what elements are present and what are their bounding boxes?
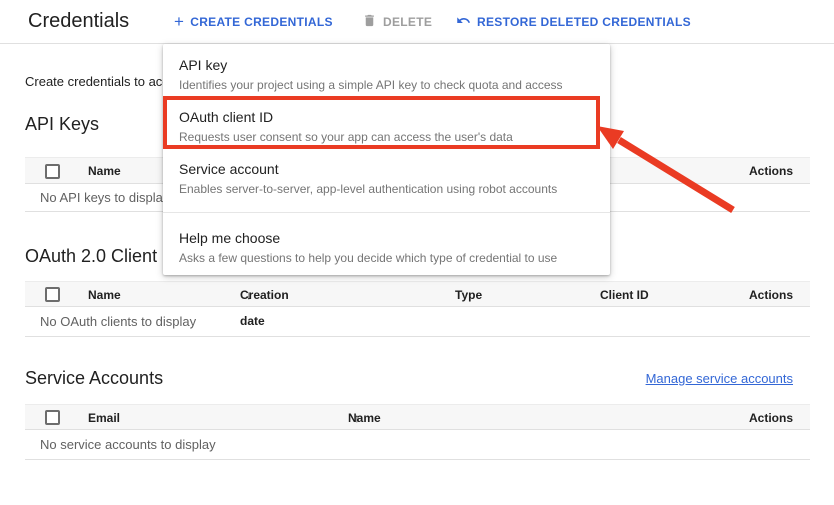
api-keys-heading: API Keys [25, 114, 99, 135]
plus-icon: + [174, 14, 184, 30]
sort-desc-icon: ↓ [246, 282, 252, 308]
trash-icon [362, 13, 377, 31]
api-keys-empty-text: No API keys to display [40, 184, 169, 212]
select-all-checkbox[interactable] [45, 410, 60, 425]
page-header: Credentials + CREATE CREDENTIALS DELETE … [0, 0, 834, 44]
column-actions: Actions [749, 158, 793, 185]
menu-item-title: OAuth client ID [179, 108, 596, 127]
oauth-empty-text: No OAuth clients to display [40, 307, 196, 337]
column-type: Type [455, 282, 482, 308]
create-credentials-label: CREATE CREDENTIALS [190, 15, 333, 29]
restore-label: RESTORE DELETED CREDENTIALS [477, 15, 691, 29]
select-all-checkbox[interactable] [45, 164, 60, 179]
manage-service-accounts-link[interactable]: Manage service accounts [646, 371, 793, 386]
column-client-id: Client ID [600, 282, 649, 308]
menu-item-title: Service account [179, 160, 596, 179]
sort-asc-icon: ↑ [354, 405, 360, 431]
oauth-empty-row: No OAuth clients to display [25, 307, 810, 337]
menu-item-help-me-choose[interactable]: Help me choose Asks a few questions to h… [179, 229, 596, 266]
delete-button[interactable]: DELETE [362, 12, 432, 32]
menu-item-desc: Asks a few questions to help you decide … [179, 250, 596, 266]
credentials-page: Credentials + CREATE CREDENTIALS DELETE … [0, 0, 834, 505]
menu-divider [163, 212, 610, 213]
create-credentials-menu: API key Identifies your project using a … [163, 44, 610, 275]
service-accounts-empty-text: No service accounts to display [40, 430, 216, 460]
page-title: Credentials [28, 10, 129, 33]
menu-item-desc: Requests user consent so your app can ac… [179, 129, 596, 145]
column-name: Name [88, 282, 121, 308]
column-email: Email [88, 405, 120, 431]
menu-item-desc: Enables server-to-server, app-level auth… [179, 181, 596, 197]
menu-item-api-key[interactable]: API key Identifies your project using a … [179, 56, 596, 93]
select-all-checkbox[interactable] [45, 287, 60, 302]
service-accounts-empty-row: No service accounts to display [25, 430, 810, 460]
service-accounts-heading: Service Accounts [25, 368, 163, 389]
delete-label: DELETE [383, 15, 432, 29]
menu-item-title: Help me choose [179, 229, 596, 248]
column-actions: Actions [749, 282, 793, 308]
menu-item-oauth-client-id[interactable]: OAuth client ID Requests user consent so… [179, 108, 596, 145]
menu-item-title: API key [179, 56, 596, 75]
menu-item-desc: Identifies your project using a simple A… [179, 77, 596, 93]
column-name: Name [88, 158, 121, 185]
restore-deleted-credentials-button[interactable]: RESTORE DELETED CREDENTIALS [456, 12, 691, 32]
create-credentials-button[interactable]: + CREATE CREDENTIALS [174, 12, 333, 32]
undo-icon [456, 13, 471, 31]
column-actions: Actions [749, 405, 793, 431]
menu-item-service-account[interactable]: Service account Enables server-to-server… [179, 160, 596, 197]
oauth-table-header: Name Creation date↓ Type Client ID Actio… [25, 281, 810, 307]
service-accounts-table-header: Email Name↑ Actions [25, 404, 810, 430]
